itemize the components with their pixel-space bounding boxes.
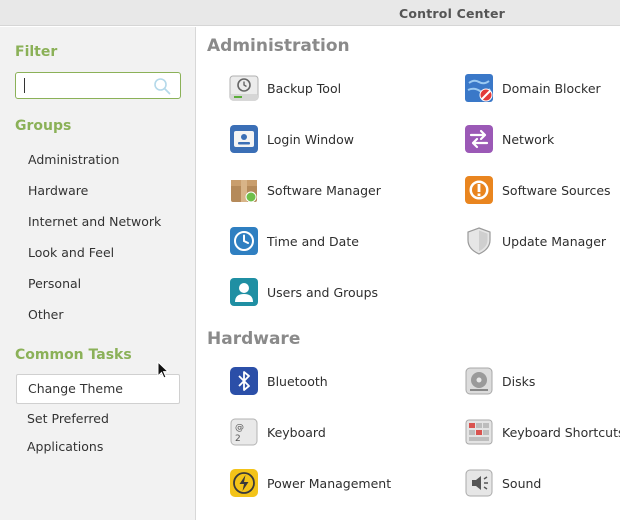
item-label: Power Management (267, 475, 392, 491)
search-input[interactable] (15, 72, 181, 99)
keyboard-shortcuts-icon (465, 419, 493, 445)
change-theme-task[interactable]: Change Theme (16, 374, 180, 404)
item-update-manager[interactable]: Update Manager (464, 225, 606, 257)
main-panel: Administration Backup Tool Domain Blocke… (197, 27, 620, 520)
title-bar: Control Center (0, 0, 620, 26)
item-backup-tool[interactable]: Backup Tool (229, 72, 341, 104)
item-label: Update Manager (502, 233, 607, 249)
item-time-and-date[interactable]: Time and Date (229, 225, 359, 257)
domain-blocker-icon (465, 74, 493, 102)
item-label: Login Window (267, 131, 354, 147)
item-keyboard[interactable]: @ 2 Keyboard (229, 416, 326, 448)
common-tasks-heading: Common Tasks (15, 347, 132, 363)
item-label: Sound (502, 475, 542, 491)
item-label: Network (502, 131, 555, 147)
group-item-administration[interactable]: Administration (28, 152, 119, 167)
bluetooth-icon (230, 367, 258, 395)
item-label: Backup Tool (267, 80, 342, 96)
item-label: Disks (502, 373, 536, 389)
keyboard-icon: @ 2 (230, 418, 258, 446)
speaker-icon (465, 469, 493, 497)
sidebar: Filter Groups Administration Hardware In… (0, 27, 196, 520)
login-window-icon (230, 125, 258, 153)
item-sound[interactable]: Sound (464, 467, 541, 499)
text-caret (24, 78, 25, 93)
item-software-sources[interactable]: Software Sources (464, 174, 611, 206)
item-label: Software Sources (502, 182, 611, 198)
network-icon (465, 125, 493, 153)
section-title-administration: Administration (207, 36, 350, 56)
group-item-other[interactable]: Other (28, 307, 64, 322)
item-label: Keyboard Shortcuts (502, 424, 620, 440)
item-label: Domain Blocker (502, 80, 601, 96)
set-preferred-applications-task[interactable]: Set Preferred Applications (16, 405, 180, 454)
group-item-look-and-feel[interactable]: Look and Feel (28, 245, 114, 260)
disk-icon (465, 367, 493, 395)
user-icon (230, 278, 258, 306)
group-item-internet-and-network[interactable]: Internet and Network (28, 214, 161, 229)
item-power-management[interactable]: Power Management (229, 467, 391, 499)
power-icon (230, 469, 258, 497)
group-item-personal[interactable]: Personal (28, 276, 81, 291)
software-manager-icon (231, 180, 257, 203)
item-login-window[interactable]: Login Window (229, 123, 354, 155)
filter-heading: Filter (15, 44, 58, 60)
section-title-hardware: Hardware (207, 329, 301, 349)
item-label: Software Manager (267, 182, 381, 198)
item-bluetooth[interactable]: Bluetooth (229, 365, 328, 397)
groups-heading: Groups (15, 118, 72, 134)
item-label: Keyboard (267, 424, 326, 440)
item-label: Users and Groups (267, 284, 379, 300)
group-item-hardware[interactable]: Hardware (28, 183, 88, 198)
software-sources-icon (465, 176, 493, 204)
item-label: Time and Date (267, 233, 359, 249)
item-keyboard-shortcuts[interactable]: Keyboard Shortcuts (464, 416, 620, 448)
search-icon[interactable] (153, 77, 171, 95)
svg-text:2: 2 (235, 434, 241, 444)
item-label: Bluetooth (267, 373, 328, 389)
mouse-cursor-icon (157, 361, 169, 379)
window-title: Control Center (399, 6, 505, 21)
item-disks[interactable]: Disks (464, 365, 535, 397)
item-software-manager[interactable]: Software Manager (229, 174, 381, 206)
svg-text:@: @ (235, 423, 244, 433)
item-network[interactable]: Network (464, 123, 554, 155)
shield-icon (467, 227, 491, 255)
item-users-and-groups[interactable]: Users and Groups (229, 276, 378, 308)
clock-icon (230, 227, 258, 255)
backup-tool-icon (229, 75, 259, 101)
item-domain-blocker[interactable]: Domain Blocker (464, 72, 601, 104)
